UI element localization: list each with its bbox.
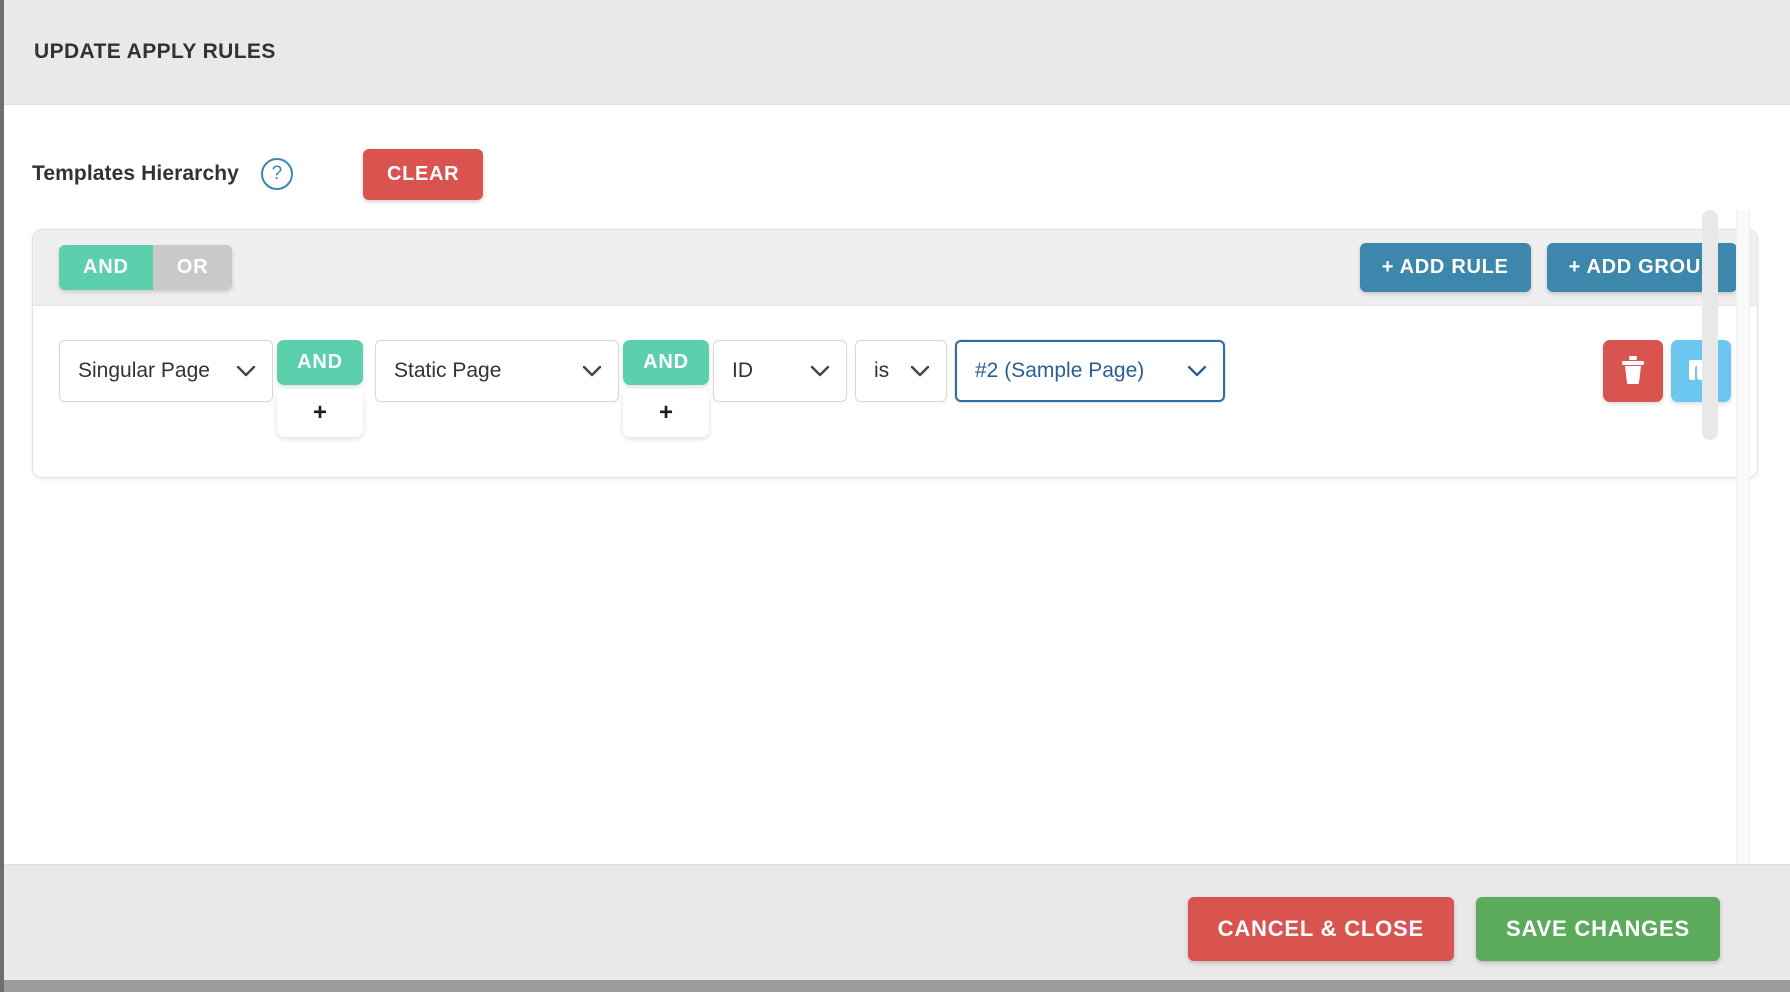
clear-button[interactable]: CLEAR <box>362 148 484 200</box>
chevron-down-icon <box>236 365 256 378</box>
group-action-buttons: + ADD RULE + ADD GROUP <box>1359 243 1737 292</box>
modal-body: Templates Hierarchy ? CLEAR AND OR + ADD… <box>4 105 1790 864</box>
conjunction-and-button[interactable]: AND <box>59 245 153 290</box>
rule-conjunction-1: AND + <box>277 340 363 437</box>
rule-field-2-value: Static Page <box>394 359 502 382</box>
rule-group-header: AND OR + ADD RULE + ADD GROUP <box>33 230 1757 306</box>
chevron-down-icon <box>582 365 602 378</box>
update-apply-rules-modal: UPDATE APPLY RULES Templates Hierarchy ?… <box>0 0 1790 992</box>
rule-value-select[interactable]: #2 (Sample Page) <box>955 340 1225 402</box>
chevron-down-icon <box>810 365 830 378</box>
vertical-scrollbar-track[interactable] <box>1736 210 1750 864</box>
bottom-edge-strip <box>4 980 1790 992</box>
delete-rule-button[interactable] <box>1603 340 1663 402</box>
hierarchy-toolbar: Templates Hierarchy ? CLEAR <box>32 145 1758 203</box>
rule-conjunction-2: AND + <box>623 340 709 437</box>
save-changes-button[interactable]: SAVE CHANGES <box>1476 896 1720 961</box>
rule-row: Singular Page AND + Static Page AND + ID… <box>59 340 1731 437</box>
page-title: UPDATE APPLY RULES <box>34 40 276 63</box>
rule-field-1-select[interactable]: Singular Page <box>59 340 273 402</box>
rule-conjunction-1-button[interactable]: AND <box>277 340 363 385</box>
hierarchy-label: Templates Hierarchy <box>32 162 239 185</box>
conjunction-toggle: AND OR <box>59 245 233 290</box>
rule-field-3-select[interactable]: ID <box>713 340 847 402</box>
rule-field-1-value: Singular Page <box>78 359 210 382</box>
trash-icon <box>1620 355 1646 388</box>
rule-group: AND OR + ADD RULE + ADD GROUP Singular P… <box>32 229 1758 478</box>
modal-footer: CANCEL & CLOSE SAVE CHANGES <box>4 864 1790 992</box>
duplicate-rule-button[interactable] <box>1671 340 1731 402</box>
conjunction-or-button[interactable]: OR <box>152 245 233 290</box>
add-rule-button[interactable]: + ADD RULE <box>1359 243 1531 292</box>
rule-operator-value: is <box>874 359 890 382</box>
vertical-scrollbar-thumb[interactable] <box>1702 210 1718 440</box>
modal-header: UPDATE APPLY RULES <box>4 0 1790 105</box>
rule-group-body: Singular Page AND + Static Page AND + ID… <box>33 306 1757 477</box>
rule-conjunction-2-add-button[interactable]: + <box>623 389 709 437</box>
rule-operator-select[interactable]: is <box>855 340 947 402</box>
cancel-and-close-button[interactable]: CANCEL & CLOSE <box>1187 896 1454 961</box>
rule-value-text: #2 (Sample Page) <box>975 359 1145 382</box>
chevron-down-icon <box>1187 365 1207 378</box>
rule-field-2-select[interactable]: Static Page <box>375 340 619 402</box>
question-circle-icon[interactable]: ? <box>260 158 293 190</box>
rule-conjunction-2-button[interactable]: AND <box>623 340 709 385</box>
rule-conjunction-1-add-button[interactable]: + <box>277 389 363 437</box>
chevron-down-icon <box>910 365 930 378</box>
rule-field-3-value: ID <box>732 359 753 382</box>
